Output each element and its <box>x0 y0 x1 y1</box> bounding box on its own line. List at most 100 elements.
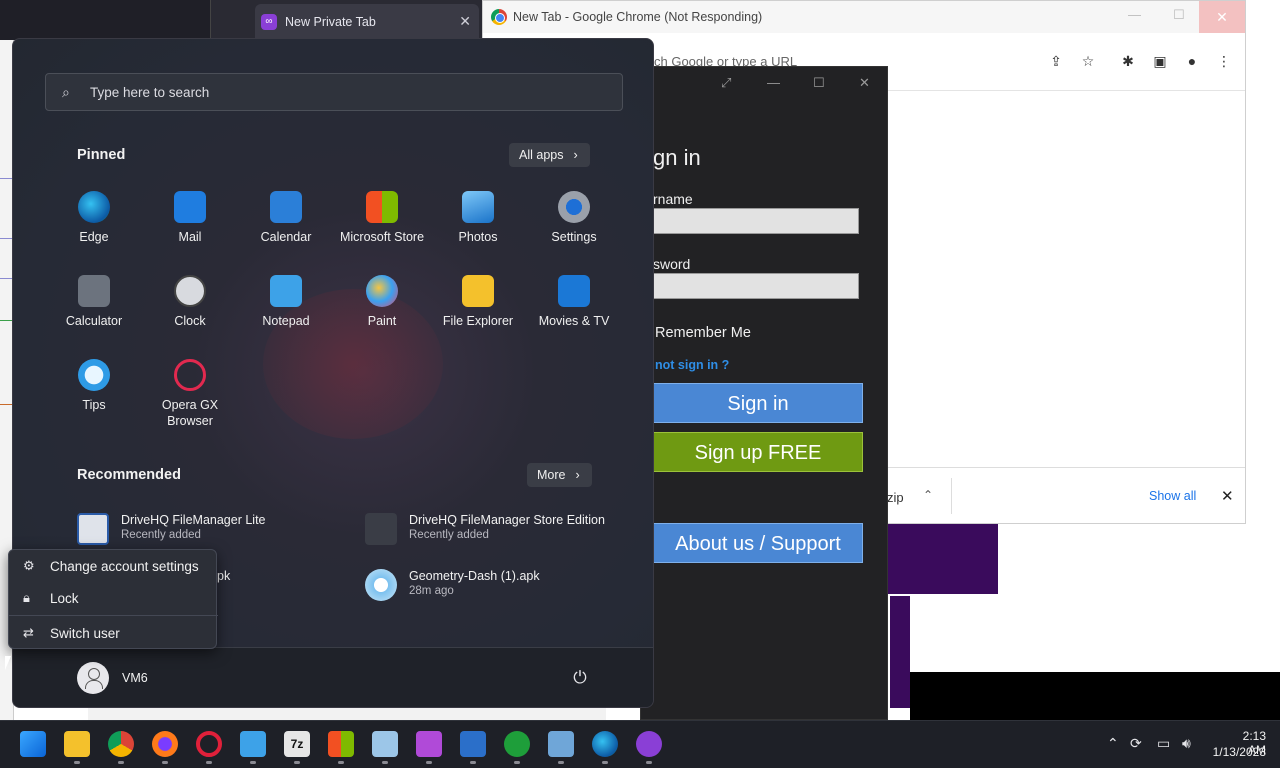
window-title: New Tab - Google Chrome (Not Responding) <box>513 10 763 24</box>
store-icon[interactable] <box>328 731 354 757</box>
password-label: sword <box>653 256 691 272</box>
menu-item-lock[interactable]: 🔒︎ Lock <box>9 583 218 613</box>
close-icon[interactable]: ✕ <box>1221 487 1234 505</box>
download-filename[interactable]: zip <box>887 490 904 505</box>
photos-icon <box>462 191 494 223</box>
network-icon[interactable]: ▭ <box>1157 735 1170 752</box>
drivehq-store-icon[interactable] <box>460 731 486 757</box>
pinned-app-file-explorer[interactable]: File Explorer <box>430 275 526 355</box>
menu-kebab-icon[interactable]: ⋮ <box>1216 53 1232 69</box>
power-icon[interactable]: ⏻ <box>569 667 591 689</box>
profile-icon[interactable]: ● <box>1184 53 1200 69</box>
show-all-link[interactable]: Show all <box>1149 489 1196 503</box>
windows-start-icon[interactable] <box>20 731 46 757</box>
cant-sign-in-link[interactable]: not sign in ? <box>655 358 729 372</box>
photo-viewer-icon[interactable] <box>548 731 574 757</box>
pinned-app-movies-tv[interactable]: Movies & TV <box>526 275 622 355</box>
opera-gx-icon[interactable] <box>636 731 662 757</box>
avatar[interactable] <box>77 662 109 694</box>
recommended-item[interactable]: DriveHQ FileManager Store Edition Recent… <box>365 511 625 551</box>
search-input[interactable]: ⌕ Type here to search <box>45 73 623 111</box>
maximize-icon[interactable]: ☐ <box>813 75 825 91</box>
background-browser-tabs <box>0 0 210 40</box>
chevron-up-icon[interactable]: ⌃ <box>923 488 933 502</box>
pinned-app-paint[interactable]: Paint <box>334 275 430 355</box>
expand-icon[interactable]: ⤢ <box>721 75 731 91</box>
password-input[interactable] <box>653 273 859 299</box>
pinned-app-clock[interactable]: Clock <box>142 275 238 355</box>
minimize-icon[interactable]: — <box>767 75 780 90</box>
media-icon[interactable] <box>416 731 442 757</box>
pinned-app-mail[interactable]: Mail <box>142 191 238 271</box>
recommended-item[interactable]: DriveHQ FileManager Lite Recently added <box>77 511 337 551</box>
close-button[interactable]: ✕ <box>1199 1 1245 33</box>
pinned-app-opera-gx[interactable]: Opera GX Browser <box>142 359 238 439</box>
drivehq-icon <box>77 513 109 545</box>
all-apps-button[interactable]: All apps › <box>509 143 590 167</box>
pinned-app-microsoft-store[interactable]: Microsoft Store <box>334 191 430 271</box>
start-footer: VM6 ⏻ <box>13 647 653 707</box>
search-placeholder: Type here to search <box>90 85 210 100</box>
minimize-icon[interactable]: — <box>1128 7 1141 22</box>
recommended-subtitle: 28m ago <box>409 585 454 597</box>
signin-button[interactable]: Sign in <box>653 383 863 423</box>
more-button[interactable]: More › <box>527 463 592 487</box>
sidebar-icon[interactable]: ▣ <box>1152 53 1168 69</box>
menu-item-label: Change account settings <box>50 559 199 574</box>
opera-gx-icon <box>174 359 206 391</box>
pinned-app-calculator[interactable]: Calculator <box>46 275 142 355</box>
recommended-item[interactable]: Geometry-Dash (1).apk 28m ago <box>365 567 625 607</box>
pinned-app-tips[interactable]: Tips <box>46 359 142 439</box>
chrome-titlebar: New Tab - Google Chrome (Not Responding)… <box>483 1 1245 33</box>
clock-icon <box>174 275 206 307</box>
remember-me-checkbox[interactable]: Remember Me <box>655 325 751 341</box>
running-indicator <box>74 761 80 764</box>
firefox-icon[interactable] <box>152 731 178 757</box>
chevron-up-icon[interactable]: ⌃ <box>1107 735 1119 752</box>
store-icon <box>366 191 398 223</box>
file-explorer-icon[interactable] <box>64 731 90 757</box>
app-label: Settings <box>551 230 597 244</box>
close-icon[interactable]: ✕ <box>859 75 870 91</box>
pinned-app-notepad[interactable]: Notepad <box>238 275 334 355</box>
opera-private-tab[interactable]: ∞ New Private Tab ✕ <box>255 4 479 40</box>
drivehq-icon[interactable] <box>372 731 398 757</box>
running-indicator <box>514 761 520 764</box>
pinned-app-settings[interactable]: Settings <box>526 191 622 271</box>
volume-icon[interactable]: 🔊︎ <box>1182 735 1191 752</box>
pinned-app-edge[interactable]: Edge <box>46 191 142 271</box>
apk-file-icon <box>365 569 397 601</box>
chrome-icon[interactable] <box>108 731 134 757</box>
tab-label: New Private Tab <box>285 15 376 29</box>
clock-date[interactable]: 1/13/2023 <box>1210 745 1266 759</box>
username-input[interactable] <box>653 208 859 234</box>
sync-icon[interactable]: ⟳ <box>1130 735 1142 752</box>
user-name[interactable]: VM6 <box>122 671 148 685</box>
folder-icon <box>462 275 494 307</box>
opera-icon[interactable] <box>196 731 222 757</box>
signup-button[interactable]: Sign up FREE <box>653 432 863 472</box>
background-window <box>910 672 1280 720</box>
pinned-app-calendar[interactable]: Calendar <box>238 191 334 271</box>
extensions-icon[interactable]: ✱ <box>1120 53 1136 69</box>
menu-item-change-account-settings[interactable]: ⚙ Change account settings <box>9 551 218 581</box>
bookmark-star-icon[interactable]: ☆ <box>1080 53 1096 69</box>
menu-item-switch-user[interactable]: ⇄ Switch user <box>9 618 218 648</box>
pinned-app-photos[interactable]: Photos <box>430 191 526 271</box>
share-icon[interactable]: ⇪ <box>1048 53 1064 69</box>
running-indicator <box>470 761 476 764</box>
maximize-icon[interactable]: ☐ <box>1173 7 1185 23</box>
app-label: Calendar <box>260 230 312 244</box>
chevron-right-icon: › <box>573 148 578 162</box>
background-window <box>890 596 910 708</box>
app-label: Paint <box>367 314 397 328</box>
notepad-icon[interactable] <box>240 731 266 757</box>
7zip-icon[interactable]: 7z <box>284 731 310 757</box>
edge-icon[interactable] <box>592 731 618 757</box>
about-support-button[interactable]: About us / Support <box>653 523 863 563</box>
divider <box>9 615 218 616</box>
close-icon[interactable]: ✕ <box>459 13 471 30</box>
download-shelf: zip ⌃ Show all ✕ <box>887 467 1245 523</box>
recommended-heading: Recommended <box>77 467 181 483</box>
xbox-icon[interactable] <box>504 731 530 757</box>
